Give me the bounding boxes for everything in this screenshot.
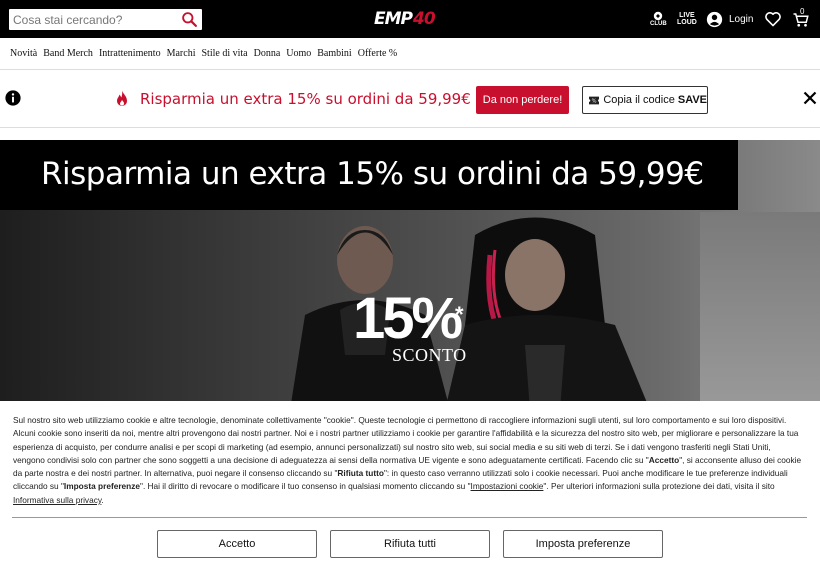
club-label: CLUB	[650, 20, 667, 27]
emp-logo[interactable]: EMP 40	[374, 8, 436, 30]
nav-item-stile-di-vita[interactable]: Stile di vita	[201, 48, 247, 59]
loud-label: LOUD	[677, 19, 697, 26]
discount-asterisk: *	[455, 302, 464, 327]
cookie-reject-ref: Rifiuta tutto	[337, 468, 384, 479]
nav-item-donna[interactable]: Donna	[254, 48, 281, 59]
cookie-settings-link[interactable]: Impostazioni cookie	[471, 481, 544, 491]
cookie-preferences-button[interactable]: Imposta preferenze	[503, 530, 663, 558]
ticket-icon: %	[589, 96, 600, 104]
cart-link[interactable]: 0	[792, 0, 812, 38]
live-label: LIVE	[679, 12, 695, 19]
search-input[interactable]	[9, 9, 177, 30]
cookie-text-part: ". Per ulteriori informazioni sulla prot…	[543, 481, 775, 492]
nav-item-bambini[interactable]: Bambini	[317, 48, 351, 59]
hero-title: Risparmia un extra 15% su ordini da 59,9…	[41, 156, 704, 192]
login-link[interactable]: Login	[706, 0, 753, 38]
heart-icon	[765, 12, 781, 27]
cookie-text-part: ". Hai il diritto di revocare o modifica…	[140, 481, 471, 492]
club-link[interactable]: CLUB	[650, 0, 667, 38]
logo-accent: 40	[413, 9, 436, 29]
cookie-text: Sul nostro sito web utilizziamo cookie e…	[13, 414, 803, 507]
dont-miss-button[interactable]: Da non perdere!	[476, 86, 569, 114]
club-icon: CLUB	[650, 11, 667, 28]
nav-item-uomo[interactable]: Uomo	[286, 48, 311, 59]
promo-banner: Risparmia un extra 15% su ordini da 59,9…	[0, 71, 820, 128]
cookie-banner: Sul nostro sito web utilizziamo cookie e…	[0, 401, 820, 577]
close-icon[interactable]	[803, 91, 817, 105]
search-box[interactable]	[9, 9, 202, 30]
reject-cookies-button[interactable]: Rifiuta tutti	[330, 530, 490, 558]
nav-item-novita[interactable]: Novità	[10, 48, 37, 59]
nav-item-marchi[interactable]: Marchi	[167, 48, 196, 59]
privacy-policy-link[interactable]: Informativa sulla privacy	[13, 495, 101, 505]
accept-cookies-button[interactable]: Accetto	[157, 530, 317, 558]
nav-item-offerte[interactable]: Offerte %	[358, 48, 398, 59]
wishlist-link[interactable]	[764, 0, 782, 38]
search-icon[interactable]	[181, 11, 198, 28]
main-nav: Novità Band Merch Intrattenimento Marchi…	[0, 38, 820, 70]
nav-item-band-merch[interactable]: Band Merch	[43, 48, 93, 59]
top-bar: EMP40 CLUB LIVE LOUD Login	[0, 0, 820, 38]
copy-code-label: Copia il codice	[603, 94, 675, 106]
cart-count: 0	[800, 7, 805, 16]
copy-code-button[interactable]: % Copia il codice SAVE	[582, 86, 708, 114]
discount-percent: 15%	[353, 286, 463, 351]
live-loud-link[interactable]: LIVE LOUD	[677, 0, 697, 38]
promo-code: SAVE	[677, 94, 707, 106]
hero-model-right	[445, 217, 650, 410]
cookie-divider	[12, 517, 807, 518]
nav-item-intrattenimento[interactable]: Intrattenimento	[99, 48, 161, 59]
svg-text:%: %	[592, 98, 597, 104]
discount-label: SCONTO	[392, 345, 467, 365]
cookie-text-part: .	[101, 494, 104, 505]
promo-text: Risparmia un extra 15% su ordini da 59,9…	[140, 90, 471, 108]
fire-icon	[117, 90, 127, 106]
user-icon	[706, 11, 723, 27]
cookie-prefs-ref: Imposta preferenze	[63, 481, 140, 492]
info-icon[interactable]	[5, 90, 21, 106]
cookie-accept-ref: Accetto	[648, 454, 680, 465]
hero-wall	[700, 212, 820, 410]
logo-main: EMP	[374, 9, 413, 29]
live-loud-icon: LIVE LOUD	[677, 12, 697, 26]
login-label: Login	[729, 13, 754, 25]
